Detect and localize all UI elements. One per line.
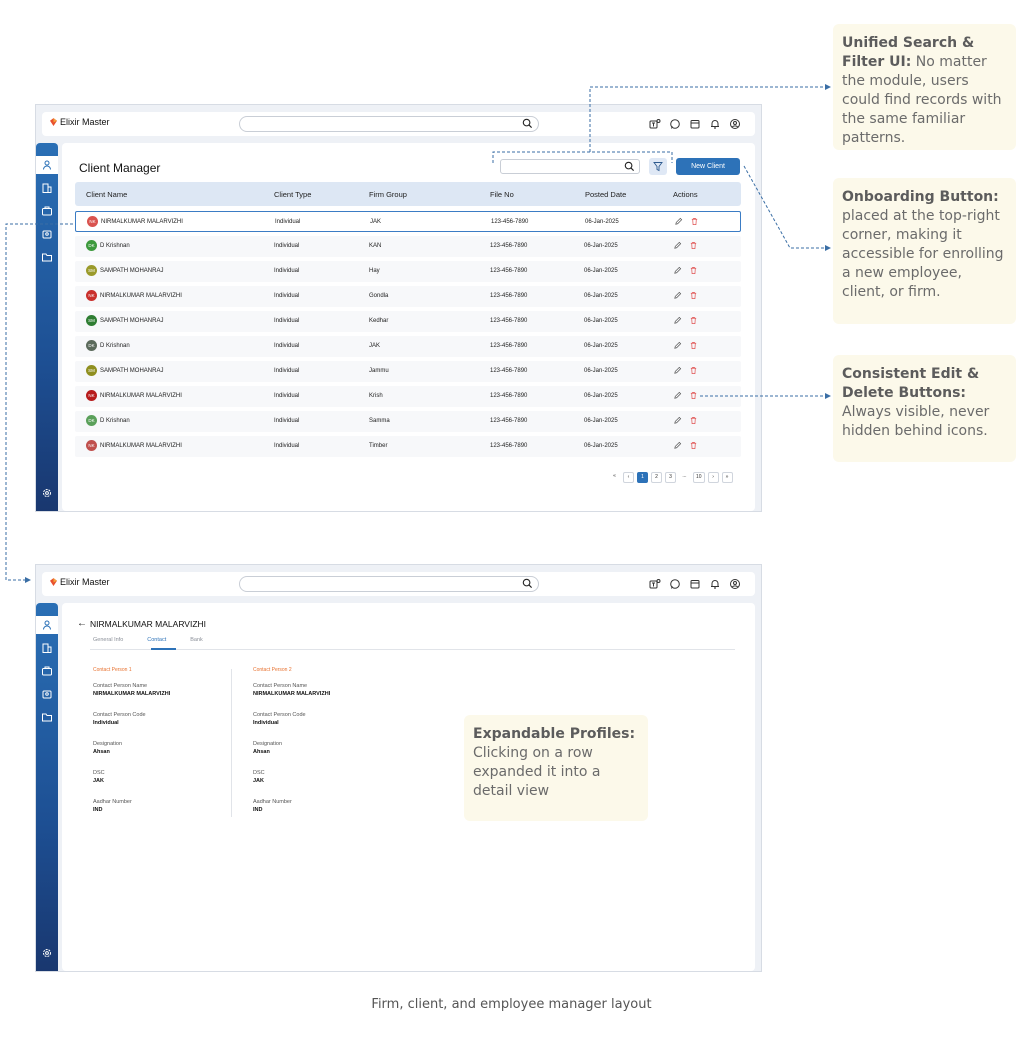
figure-caption: Firm, client, and employee manager layou… [371, 997, 652, 1012]
annotation-connectors [5, 0, 1023, 583]
connector-onboarding [743, 165, 831, 251]
connector-expand-row [5, 223, 73, 583]
connector-search [492, 87, 830, 163]
